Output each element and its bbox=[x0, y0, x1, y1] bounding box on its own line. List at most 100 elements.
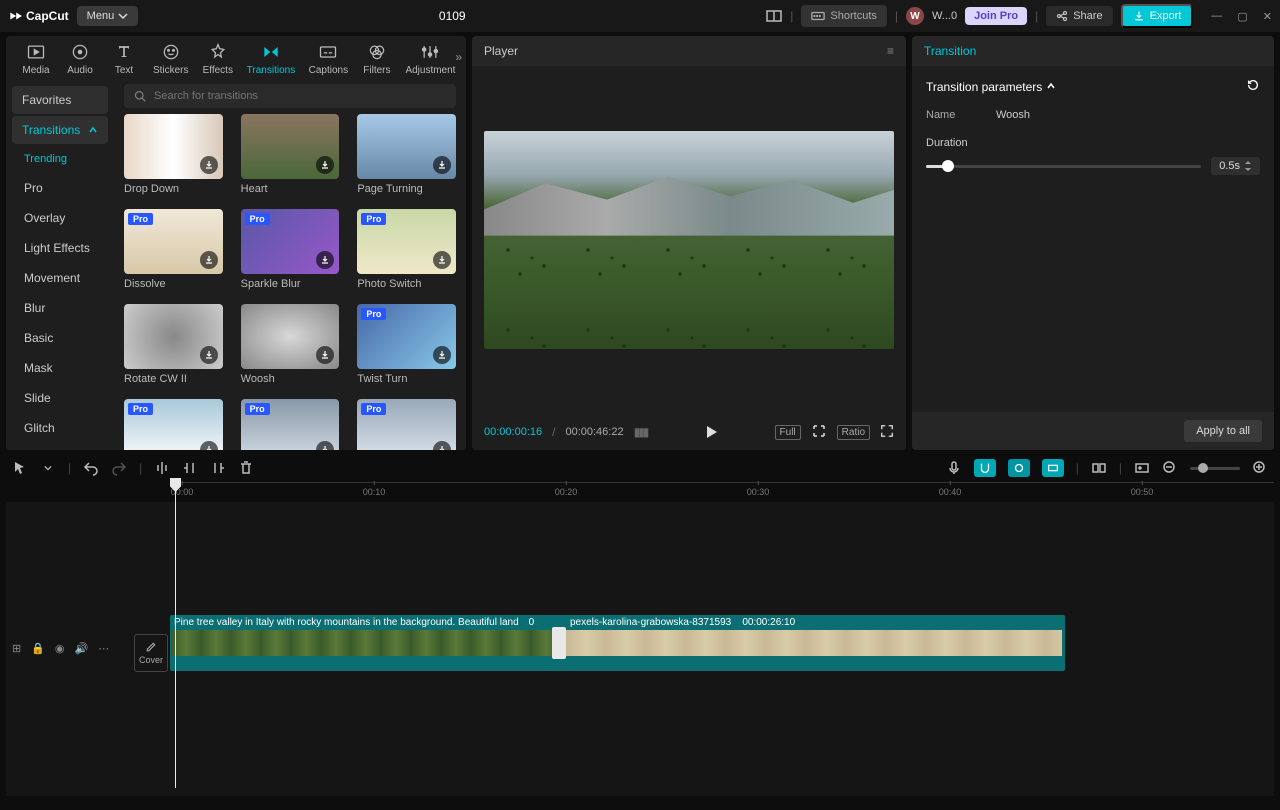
clip-1[interactable] bbox=[170, 629, 560, 657]
crop-icon[interactable] bbox=[811, 423, 827, 442]
tab-stickers[interactable]: Stickers bbox=[146, 42, 195, 76]
tab-media[interactable]: Media bbox=[14, 42, 58, 76]
top-tabs: Media Audio Text Stickers Effects Transi… bbox=[6, 36, 466, 80]
transition-thumb[interactable]: ProSparkle Blur bbox=[241, 209, 340, 290]
duration-slider[interactable] bbox=[926, 165, 1201, 168]
player-menu-icon[interactable]: ≡ bbox=[887, 44, 894, 58]
clip1-time: 0 bbox=[529, 617, 535, 628]
tab-captions[interactable]: Captions bbox=[302, 42, 355, 76]
user-avatar[interactable]: W bbox=[906, 7, 924, 25]
transition-thumb[interactable]: ProDissolve bbox=[124, 209, 223, 290]
thumb-label: Heart bbox=[241, 183, 340, 195]
cat-light-effects[interactable]: Light Effects bbox=[12, 234, 108, 262]
transition-thumb[interactable]: Rotate CW II bbox=[124, 304, 223, 385]
marker-icon[interactable] bbox=[1134, 460, 1150, 476]
mic-icon[interactable] bbox=[946, 460, 962, 476]
track-more-icon[interactable]: ⋯ bbox=[98, 642, 109, 655]
track-visibility-icon[interactable]: ◉ bbox=[55, 642, 65, 655]
magnet-main-icon[interactable] bbox=[974, 459, 996, 477]
magnet-track-icon[interactable] bbox=[1042, 459, 1064, 477]
join-pro-button[interactable]: Join Pro bbox=[965, 7, 1027, 25]
time-ruler[interactable]: 00:00 00:10 00:20 00:30 00:40 00:50 bbox=[170, 482, 1274, 502]
track-lock-icon[interactable]: 🔒 bbox=[31, 642, 45, 655]
tab-adjustment[interactable]: Adjustment bbox=[399, 42, 462, 76]
thumb-label: Page Turning bbox=[357, 183, 456, 195]
transition-thumb[interactable]: Drop Down bbox=[124, 114, 223, 195]
delete-tool[interactable] bbox=[238, 460, 254, 476]
transition-thumb[interactable]: Pro bbox=[241, 399, 340, 450]
full-button[interactable]: Full bbox=[775, 425, 801, 440]
transition-thumb[interactable]: Woosh bbox=[241, 304, 340, 385]
close-button[interactable]: ✕ bbox=[1263, 10, 1272, 23]
preview-toggle-icon[interactable] bbox=[1091, 460, 1107, 476]
split-right-tool[interactable] bbox=[210, 460, 226, 476]
search-field[interactable] bbox=[124, 84, 456, 108]
split-left-tool[interactable] bbox=[182, 460, 198, 476]
name-label: Name bbox=[926, 109, 976, 121]
cat-glitch[interactable]: Glitch bbox=[12, 414, 108, 442]
transitions-panel: Media Audio Text Stickers Effects Transi… bbox=[6, 36, 466, 450]
zoom-out-icon[interactable] bbox=[1162, 460, 1178, 476]
cat-transitions[interactable]: Transitions bbox=[12, 116, 108, 144]
thumb-label: Dissolve bbox=[124, 278, 223, 290]
play-button[interactable] bbox=[703, 424, 719, 440]
cat-blur[interactable]: Blur bbox=[12, 294, 108, 322]
duration-value[interactable]: 0.5s bbox=[1211, 157, 1260, 175]
tab-text[interactable]: Text bbox=[102, 42, 146, 76]
maximize-button[interactable]: ▢ bbox=[1237, 10, 1247, 23]
layout-icon[interactable] bbox=[766, 8, 782, 24]
track-expand-icon[interactable]: ⊞ bbox=[12, 642, 21, 655]
video-track[interactable]: Pine tree valley in Italy with rocky mou… bbox=[170, 615, 1065, 671]
search-input[interactable] bbox=[154, 90, 446, 102]
transition-thumb[interactable]: Page Turning bbox=[357, 114, 456, 195]
track-mute-icon[interactable]: 🔊 bbox=[75, 642, 89, 655]
transition-thumb[interactable]: Pro bbox=[124, 399, 223, 450]
apply-all-button[interactable]: Apply to all bbox=[1184, 420, 1262, 442]
transition-thumb[interactable]: Heart bbox=[241, 114, 340, 195]
reset-icon[interactable] bbox=[1246, 78, 1260, 95]
tabs-overflow-icon[interactable]: » bbox=[455, 50, 462, 64]
cat-overlay[interactable]: Overlay bbox=[12, 204, 108, 232]
minimize-button[interactable]: — bbox=[1211, 10, 1222, 23]
segments-icon[interactable]: ▮▮▮ bbox=[634, 425, 648, 439]
fullscreen-icon[interactable] bbox=[880, 424, 894, 441]
pointer-dropdown[interactable] bbox=[40, 460, 56, 476]
transition-thumb[interactable]: Pro bbox=[357, 399, 456, 450]
tab-filters[interactable]: Filters bbox=[355, 42, 399, 76]
params-header: Transition parameters bbox=[926, 80, 1056, 94]
undo-button[interactable] bbox=[83, 460, 99, 476]
clip-2[interactable] bbox=[565, 629, 1063, 657]
tab-transitions[interactable]: Transitions bbox=[240, 42, 302, 76]
ratio-button[interactable]: Ratio bbox=[837, 425, 870, 440]
split-tool[interactable] bbox=[154, 460, 170, 476]
transition-thumb[interactable]: ProPhoto Switch bbox=[357, 209, 456, 290]
zoom-in-icon[interactable] bbox=[1252, 460, 1268, 476]
cat-movement[interactable]: Movement bbox=[12, 264, 108, 292]
pointer-tool[interactable] bbox=[12, 460, 28, 476]
playhead[interactable] bbox=[175, 478, 176, 788]
cat-basic[interactable]: Basic bbox=[12, 324, 108, 352]
shortcuts-button[interactable]: Shortcuts bbox=[801, 5, 886, 27]
cat-distortion[interactable]: Distortion bbox=[12, 444, 108, 450]
cat-mask[interactable]: Mask bbox=[12, 354, 108, 382]
tab-effects[interactable]: Effects bbox=[195, 42, 240, 76]
name-value: Woosh bbox=[996, 109, 1030, 121]
transition-browser: Drop DownHeartPage TurningProDissolvePro… bbox=[114, 80, 466, 450]
zoom-slider[interactable] bbox=[1190, 467, 1240, 470]
project-title: 0109 bbox=[146, 9, 758, 23]
cat-slide[interactable]: Slide bbox=[12, 384, 108, 412]
cat-pro[interactable]: Pro bbox=[12, 174, 108, 202]
export-button[interactable]: Export bbox=[1121, 4, 1194, 28]
menu-button[interactable]: Menu bbox=[77, 6, 139, 26]
total-time: 00:00:46:22 bbox=[565, 426, 623, 438]
share-button[interactable]: Share bbox=[1046, 6, 1112, 26]
player-controls: 00:00:00:16 / 00:00:46:22 ▮▮▮ Full Ratio bbox=[472, 414, 906, 450]
tab-audio[interactable]: Audio bbox=[58, 42, 102, 76]
video-preview[interactable] bbox=[484, 131, 894, 349]
transition-thumb[interactable]: ProTwist Turn bbox=[357, 304, 456, 385]
magnet-link-icon[interactable] bbox=[1008, 459, 1030, 477]
redo-button[interactable] bbox=[111, 460, 127, 476]
transition-handle[interactable] bbox=[552, 627, 566, 659]
cat-trending[interactable]: Trending bbox=[12, 146, 108, 172]
cat-favorites[interactable]: Favorites bbox=[12, 86, 108, 114]
